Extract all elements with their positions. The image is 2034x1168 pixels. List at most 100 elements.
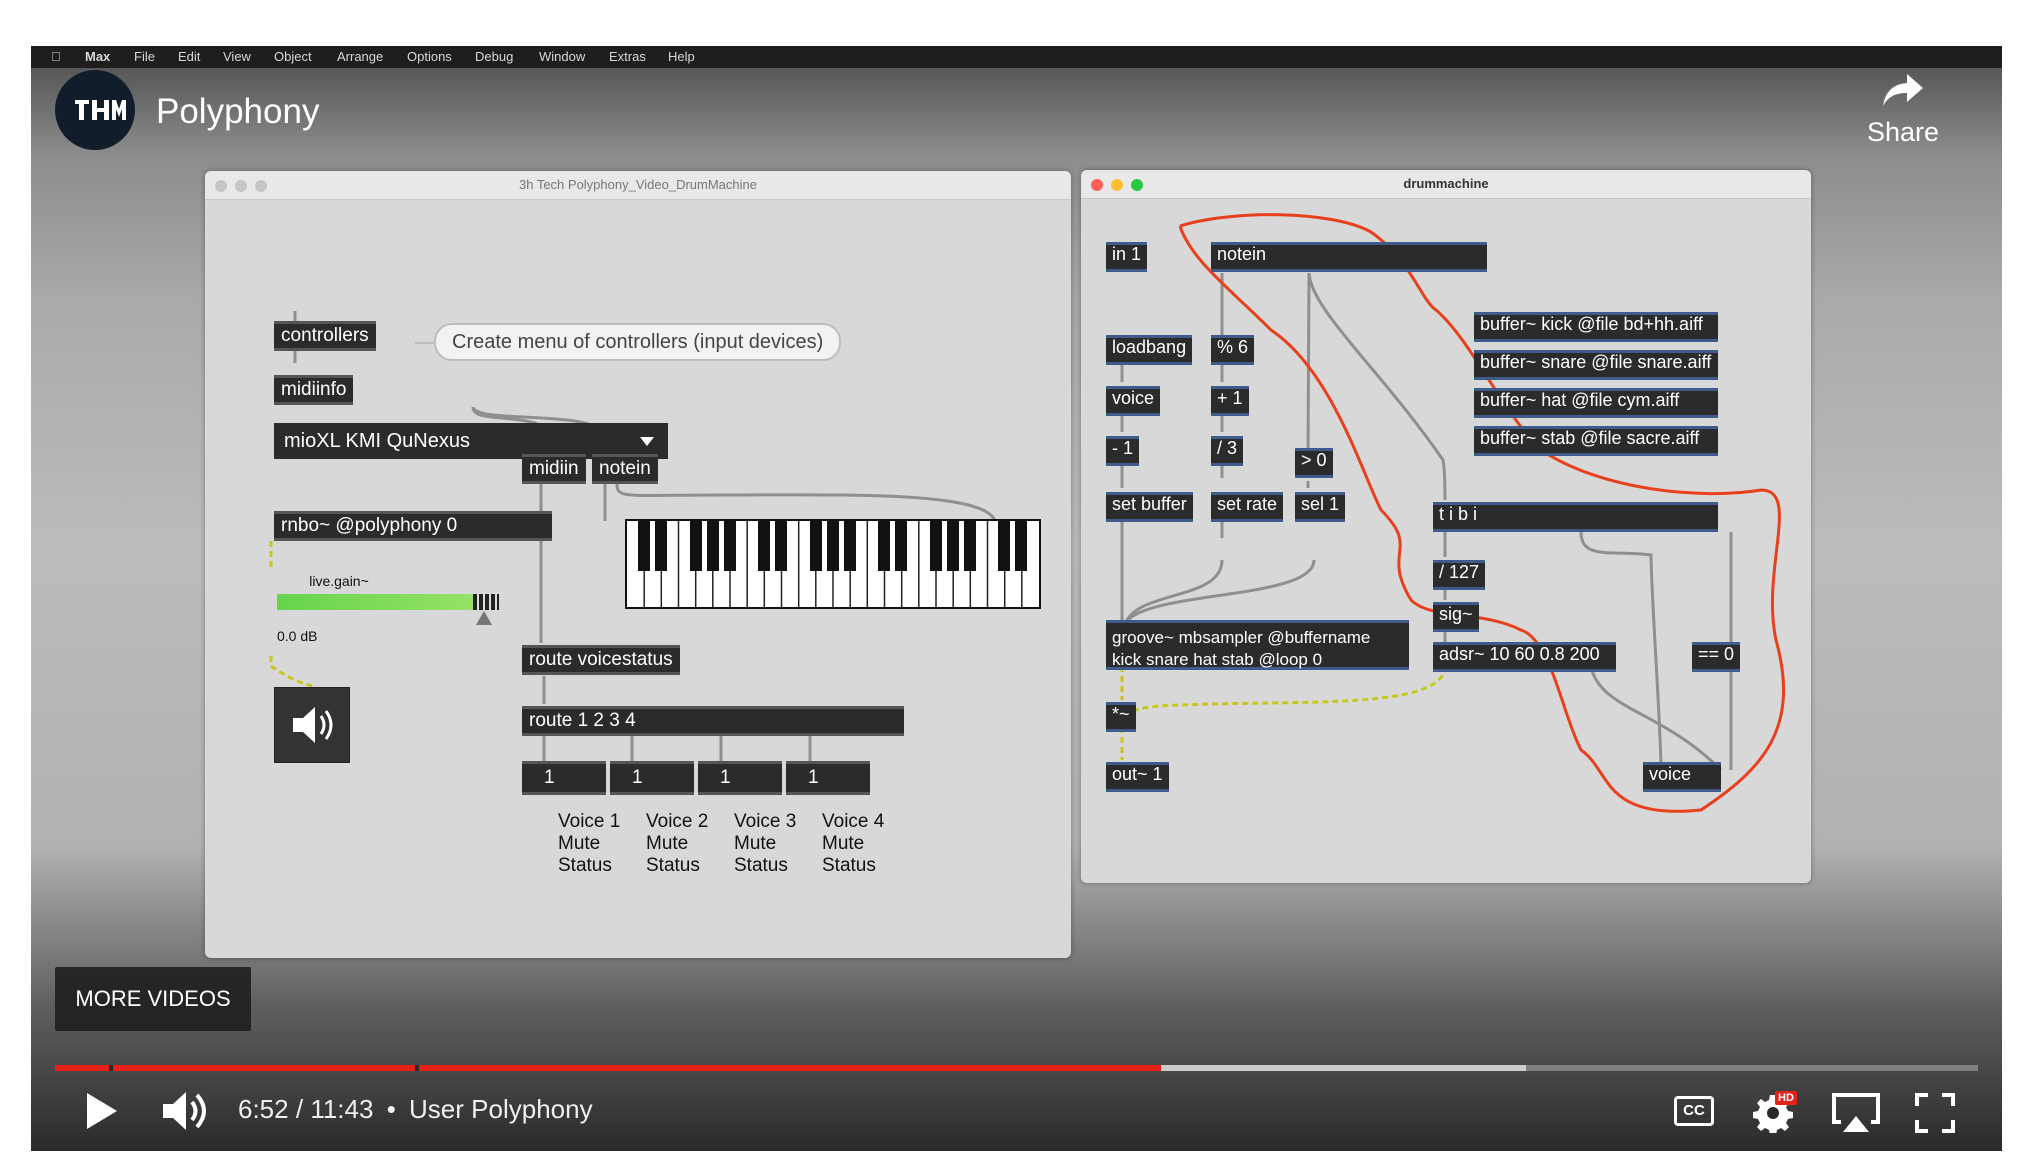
- ezdac-speaker[interactable]: [274, 687, 350, 763]
- menu-debug[interactable]: Debug: [475, 49, 513, 64]
- sig-object[interactable]: sig~: [1433, 602, 1479, 632]
- gain-handle-icon[interactable]: [476, 611, 492, 625]
- cc-icon: CC: [1683, 1102, 1705, 1119]
- channel-logo-icon: [75, 100, 126, 120]
- share-icon: [1883, 74, 1923, 106]
- buffer-stab-object[interactable]: buffer~ stab @file sacre.aiff: [1474, 426, 1718, 456]
- controllers-comment: Create menu of controllers (input device…: [434, 323, 842, 361]
- buffer-snare-object[interactable]: buffer~ snare @file snare.aiff: [1474, 350, 1718, 380]
- gain-meter: [473, 594, 499, 610]
- speaker-icon: [293, 707, 333, 743]
- channel-avatar[interactable]: [55, 70, 135, 150]
- notein-object[interactable]: notein: [592, 454, 658, 484]
- rnbo-object[interactable]: rnbo~ @polyphony 0: [274, 511, 552, 541]
- time-separator: /: [295, 1094, 304, 1124]
- groove-object[interactable]: groove~ mbsampler @buffername kick snare…: [1106, 620, 1409, 670]
- loadbang-object[interactable]: loadbang: [1106, 335, 1193, 365]
- voice2-number-box[interactable]: 1: [610, 761, 694, 795]
- live-gain-slider[interactable]: [277, 594, 499, 610]
- chevron-down-icon: [640, 437, 654, 446]
- voice-out-object[interactable]: voice: [1643, 762, 1721, 792]
- more-videos-button[interactable]: MORE VIDEOS: [55, 967, 251, 1031]
- menu-object[interactable]: Object: [274, 49, 312, 64]
- voice3-number-box[interactable]: 1: [698, 761, 782, 795]
- voice3-mute-status-label: Voice 3 Mute Status: [734, 811, 796, 877]
- menu-edit[interactable]: Edit: [178, 49, 200, 64]
- set-buffer-message[interactable]: set buffer: [1106, 492, 1193, 522]
- voice4-number-value: 1: [808, 767, 819, 788]
- midiin-object[interactable]: midiin: [522, 454, 586, 484]
- menu-window[interactable]: Window: [539, 49, 585, 64]
- chapter-separator: •: [386, 1094, 396, 1124]
- notein-object[interactable]: notein: [1211, 242, 1487, 272]
- voice4-mute-status-label: Voice 4 Mute Status: [822, 811, 884, 877]
- gt0-object[interactable]: > 0: [1295, 448, 1333, 478]
- route-1234-object[interactable]: route 1 2 3 4: [522, 706, 904, 736]
- apple-icon[interactable]: : [51, 49, 61, 64]
- airplay-icon[interactable]: [1831, 1092, 1881, 1134]
- controllers-message[interactable]: controllers: [274, 321, 376, 351]
- div3-object[interactable]: / 3: [1211, 436, 1244, 466]
- mod6-object[interactable]: % 6: [1211, 335, 1255, 365]
- mac-menubar:  Max File Edit View Object Arrange Opti…: [31, 46, 2002, 68]
- voice4-label-line3: Status: [822, 855, 876, 876]
- groove-line1: groove~ mbsampler @buffername: [1112, 628, 1371, 647]
- chapter-marker: [415, 1065, 419, 1071]
- in1-object[interactable]: in 1: [1106, 242, 1148, 272]
- share-button[interactable]: Share: [1863, 70, 1943, 148]
- time-current: 6:52: [238, 1094, 289, 1124]
- volume-icon[interactable]: [161, 1089, 207, 1133]
- comment-connector: [415, 342, 435, 344]
- voice2-label-line2: Mute: [646, 833, 689, 854]
- progress-played: [55, 1065, 1161, 1071]
- chapter-marker: [109, 1065, 113, 1071]
- adsr-object[interactable]: adsr~ 10 60 0.8 200: [1433, 642, 1616, 672]
- sel1-object[interactable]: sel 1: [1295, 492, 1346, 522]
- tbi-object[interactable]: t i b i: [1433, 502, 1718, 532]
- menu-max[interactable]: Max: [85, 49, 110, 64]
- menu-options[interactable]: Options: [407, 49, 452, 64]
- voice1-number-box[interactable]: 1: [522, 761, 606, 795]
- midiinfo-object[interactable]: midiinfo: [274, 375, 354, 405]
- voice1-number-value: 1: [544, 767, 555, 788]
- share-label: Share: [1866, 117, 1940, 147]
- plus1-object[interactable]: + 1: [1211, 386, 1249, 416]
- controller-menu-value: mioXL KMI QuNexus: [284, 430, 470, 452]
- eq0-object[interactable]: == 0: [1692, 642, 1741, 672]
- menu-extras[interactable]: Extras: [609, 49, 646, 64]
- play-icon[interactable]: [83, 1091, 119, 1131]
- voice3-number-value: 1: [720, 767, 731, 788]
- out1-object[interactable]: out~ 1: [1106, 762, 1169, 792]
- voice2-mute-status-label: Voice 2 Mute Status: [646, 811, 708, 877]
- video-player[interactable]:  Max File Edit View Object Arrange Opti…: [31, 46, 2002, 1151]
- time-display: 6:52 / 11:43 • User Polyphony: [238, 1094, 593, 1125]
- buffer-hat-object[interactable]: buffer~ hat @file cym.aiff: [1474, 388, 1718, 418]
- minus1-object[interactable]: - 1: [1106, 436, 1140, 466]
- voice3-label-line3: Status: [734, 855, 788, 876]
- piano-keys: [638, 521, 1027, 607]
- voice1-label-line2: Mute: [558, 833, 601, 854]
- voice4-label-line2: Mute: [822, 833, 865, 854]
- max-patcher-window-left[interactable]: 3h Tech Polyphony_Video_DrumMachine cont…: [205, 171, 1071, 958]
- kslider-keyboard[interactable]: [625, 519, 1041, 609]
- captions-button[interactable]: CC: [1674, 1096, 1714, 1126]
- div127-object[interactable]: / 127: [1433, 560, 1486, 590]
- voice4-number-box[interactable]: 1: [786, 761, 870, 795]
- progress-bar[interactable]: [55, 1065, 1978, 1071]
- voice2-label-line1: Voice 2: [646, 811, 709, 832]
- chapter-title[interactable]: User Polyphony: [409, 1094, 593, 1124]
- max-patcher-window-drummachine[interactable]: drummachine in 1 notein loadbang % 6 voi…: [1081, 170, 1811, 883]
- mult-object[interactable]: *~: [1106, 702, 1136, 732]
- fullscreen-icon[interactable]: [1915, 1093, 1955, 1133]
- menu-arrange[interactable]: Arrange: [337, 49, 383, 64]
- voice2-label-line3: Status: [646, 855, 700, 876]
- video-title[interactable]: Polyphony: [156, 92, 319, 132]
- route-voicestatus-object[interactable]: route voicestatus: [522, 645, 680, 675]
- buffer-kick-object[interactable]: buffer~ kick @file bd+hh.aiff: [1474, 312, 1718, 342]
- menu-view[interactable]: View: [223, 49, 251, 64]
- menu-file[interactable]: File: [134, 49, 155, 64]
- set-rate-message[interactable]: set rate: [1211, 492, 1284, 522]
- settings-button[interactable]: HD: [1753, 1091, 1799, 1133]
- menu-help[interactable]: Help: [668, 49, 695, 64]
- voice-object[interactable]: voice: [1106, 386, 1161, 416]
